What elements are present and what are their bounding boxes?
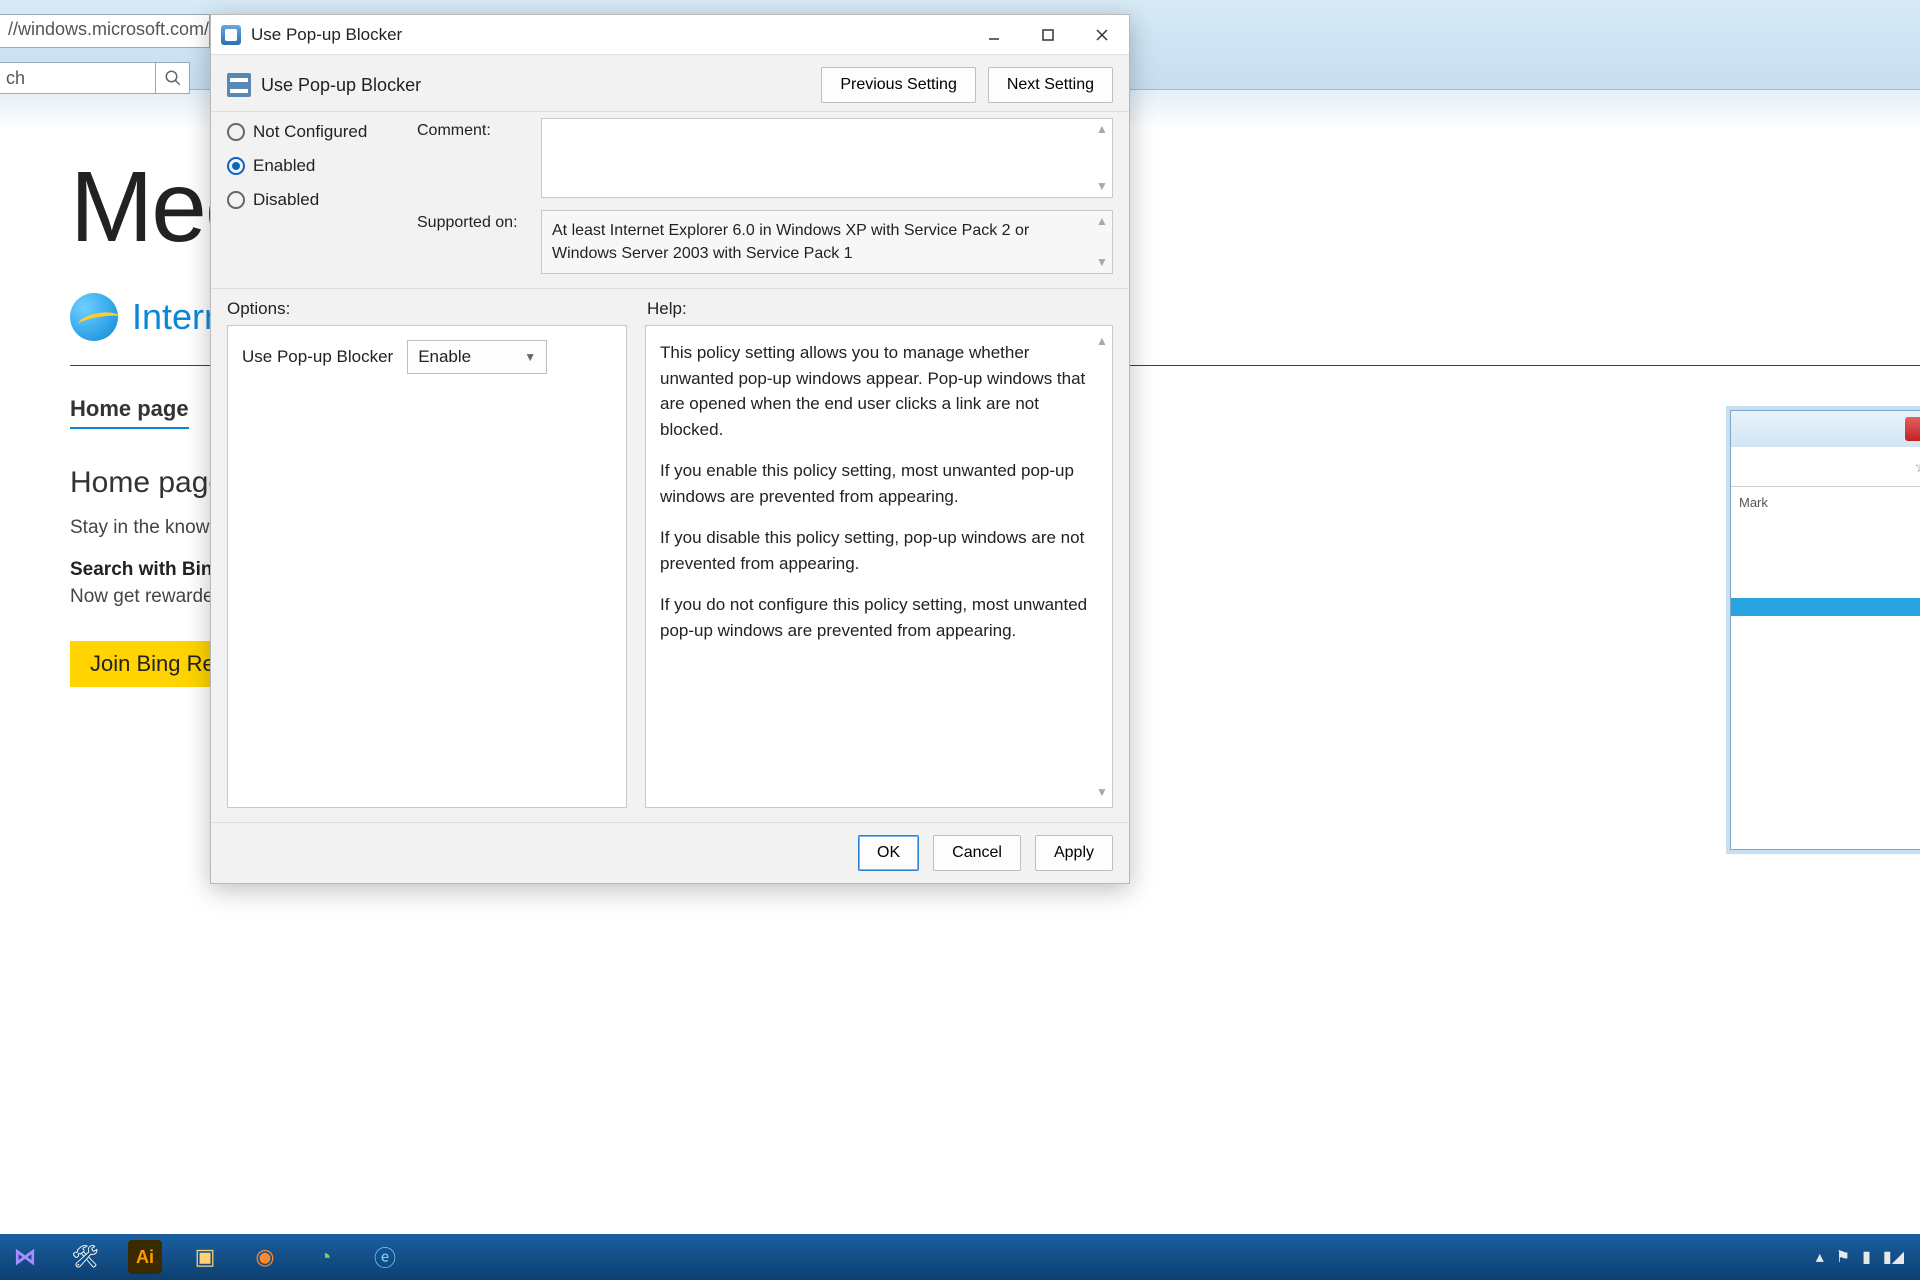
scrollbar[interactable]: ▲▼	[1094, 213, 1110, 271]
radio-label: Disabled	[253, 190, 319, 210]
help-panel: This policy setting allows you to manage…	[645, 325, 1113, 808]
taskbar-visual-studio-icon[interactable]: ⋈	[8, 1240, 42, 1274]
dialog-footer: OK Cancel Apply	[211, 822, 1129, 883]
supported-textbox: At least Internet Explorer 6.0 in Window…	[541, 210, 1113, 274]
taskbar-ie-icon[interactable]: ⓔ	[368, 1240, 402, 1274]
tray-flag-icon[interactable]: ⚑	[1836, 1247, 1850, 1267]
policy-icon	[227, 73, 251, 97]
dialog-header: Use Pop-up Blocker Previous Setting Next…	[211, 55, 1129, 112]
radio-label: Enabled	[253, 156, 315, 176]
next-setting-button[interactable]: Next Setting	[988, 67, 1113, 103]
scrollbar[interactable]: ▲▼	[1094, 332, 1110, 801]
radio-disabled[interactable]: Disabled	[227, 190, 397, 210]
taskbar-folder-icon[interactable]: ▣	[188, 1240, 222, 1274]
dialog-header-title: Use Pop-up Blocker	[261, 75, 421, 96]
supported-field-row: Supported on: At least Internet Explorer…	[417, 210, 1113, 274]
radio-label: Not Configured	[253, 122, 367, 142]
previous-setting-button[interactable]: Previous Setting	[821, 67, 976, 103]
ie-logo-icon	[70, 293, 118, 341]
help-paragraph: If you do not configure this policy sett…	[660, 592, 1088, 643]
help-label: Help:	[647, 299, 1113, 319]
taskbar-firefox-icon[interactable]: ◉	[248, 1240, 282, 1274]
browser-search[interactable]: ch	[0, 62, 190, 94]
address-bar[interactable]: //windows.microsoft.com/EN-US	[0, 14, 210, 48]
tab-home-page[interactable]: Home page	[70, 396, 189, 429]
dialog-titlebar[interactable]: Use Pop-up Blocker	[211, 15, 1129, 55]
policy-dialog: Use Pop-up Blocker Use Pop-up Blocker Pr…	[210, 14, 1130, 884]
close-icon[interactable]: ✕	[1905, 417, 1920, 441]
ok-button[interactable]: OK	[858, 835, 919, 871]
scroll-up-icon[interactable]: ▲	[1094, 121, 1110, 138]
system-tray[interactable]: ▴ ⚑ ▮ ▮◢	[1816, 1247, 1920, 1267]
comment-textbox[interactable]: ▲▼	[541, 118, 1113, 198]
search-icon[interactable]	[155, 63, 189, 93]
tray-up-icon[interactable]: ▴	[1816, 1247, 1824, 1267]
secondary-toolbar: ☆ ⚙	[1731, 447, 1920, 487]
help-paragraph: This policy setting allows you to manage…	[660, 340, 1088, 442]
comment-label: Comment:	[417, 118, 527, 140]
dialog-body: Use Pop-up Blocker Enable ▼ This policy …	[211, 325, 1129, 822]
dialog-top-section: Not Configured Enabled Disabled Comment:…	[211, 112, 1129, 289]
scroll-down-icon[interactable]: ▼	[1094, 783, 1110, 801]
chevron-down-icon: ▼	[524, 350, 536, 364]
star-icon[interactable]: ☆	[1914, 457, 1920, 477]
taskbar-utorrent-icon[interactable]: ◔	[308, 1240, 342, 1274]
dialog-window-title: Use Pop-up Blocker	[251, 25, 402, 45]
user-name: Mark	[1731, 487, 1920, 518]
apply-button[interactable]: Apply	[1035, 835, 1113, 871]
scroll-down-icon[interactable]: ▼	[1094, 254, 1110, 271]
scroll-down-icon[interactable]: ▼	[1094, 178, 1110, 195]
option-select[interactable]: Enable ▼	[407, 340, 547, 374]
help-paragraph: If you disable this policy setting, pop-…	[660, 525, 1088, 576]
close-button[interactable]	[1075, 15, 1129, 55]
options-label: Options:	[227, 299, 627, 319]
tray-battery-icon[interactable]: ▮	[1862, 1247, 1871, 1267]
radio-enabled[interactable]: Enabled	[227, 156, 397, 176]
scroll-up-icon[interactable]: ▲	[1094, 332, 1110, 350]
background-secondary-window: ✕ ☆ ⚙ Mark	[1730, 410, 1920, 850]
radio-icon	[227, 123, 245, 141]
taskbar-tools-icon[interactable]: 🛠	[68, 1240, 102, 1274]
supported-label: Supported on:	[417, 210, 527, 232]
option-name: Use Pop-up Blocker	[242, 347, 393, 367]
panel-labels: Options: Help:	[211, 289, 1129, 325]
dialog-titlebar-icon	[221, 25, 241, 45]
secondary-window-titlebar: ✕	[1731, 411, 1920, 447]
options-panel: Use Pop-up Blocker Enable ▼	[227, 325, 627, 808]
option-select-value: Enable	[418, 347, 471, 367]
minimize-button[interactable]	[967, 15, 1021, 55]
radio-not-configured[interactable]: Not Configured	[227, 122, 397, 142]
comment-field-row: Comment: ▲▼	[417, 118, 1113, 198]
state-radio-group: Not Configured Enabled Disabled	[227, 118, 397, 274]
taskbar-illustrator-icon[interactable]: Ai	[128, 1240, 162, 1274]
accent-stripe	[1731, 598, 1920, 616]
scrollbar[interactable]: ▲▼	[1094, 121, 1110, 195]
taskbar: ⋈ 🛠 Ai ▣ ◉ ◔ ⓔ ▴ ⚑ ▮ ▮◢	[0, 1234, 1920, 1280]
scroll-up-icon[interactable]: ▲	[1094, 213, 1110, 230]
help-paragraph: If you enable this policy setting, most …	[660, 458, 1088, 509]
option-row: Use Pop-up Blocker Enable ▼	[242, 340, 612, 374]
search-text: ch	[6, 68, 25, 89]
radio-icon	[227, 157, 245, 175]
radio-icon	[227, 191, 245, 209]
tray-signal-icon[interactable]: ▮◢	[1883, 1247, 1904, 1267]
maximize-button[interactable]	[1021, 15, 1075, 55]
cancel-button[interactable]: Cancel	[933, 835, 1021, 871]
supported-text: At least Internet Explorer 6.0 in Window…	[552, 222, 1029, 262]
